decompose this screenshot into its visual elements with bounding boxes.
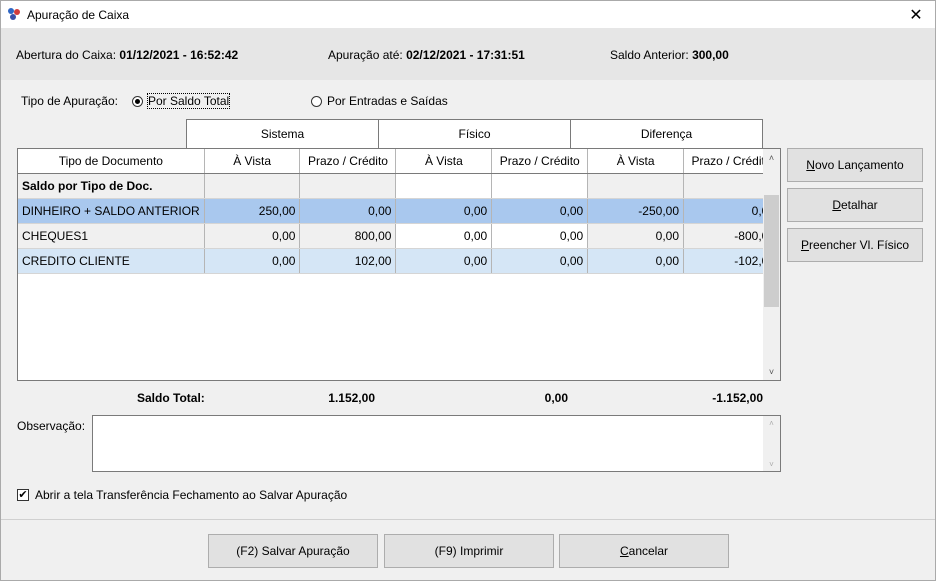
- checkbox-checked-icon: ✔: [17, 489, 29, 501]
- salvar-apuracao-button[interactable]: (F2) Salvar Apuração: [208, 534, 378, 568]
- preencher-vl-fisico-button[interactable]: Preencher Vl. Físico: [787, 228, 923, 262]
- close-button[interactable]: ✕: [897, 1, 935, 28]
- col-tipo-documento[interactable]: Tipo de Documento: [18, 149, 205, 174]
- scroll-up-icon[interactable]: ˄: [763, 416, 780, 430]
- cell-tipo: CHEQUES1: [18, 223, 205, 249]
- saldo-anterior-value: 300,00: [692, 48, 729, 62]
- apuracao-grid[interactable]: Tipo de Documento À Vista Prazo / Crédit…: [17, 148, 781, 381]
- observacao-textarea[interactable]: ˄ ˅: [92, 415, 781, 472]
- apuracao-value: 02/12/2021 - 17:31:51: [406, 48, 525, 62]
- table-row[interactable]: CREDITO CLIENTE 0,00 102,00 0,00 0,00 0,…: [18, 248, 780, 274]
- grid-table: Tipo de Documento À Vista Prazo / Crédit…: [18, 149, 780, 274]
- checkbox-label: Abrir a tela Transferência Fechamento ao…: [35, 488, 348, 502]
- col-diferenca-avista[interactable]: À Vista: [587, 149, 684, 174]
- window-title: Apuração de Caixa: [27, 8, 130, 22]
- table-row[interactable]: Saldo por Tipo de Doc.: [18, 173, 780, 199]
- scrollbar-thumb[interactable]: [764, 195, 779, 307]
- radio-selected-icon: [132, 95, 143, 107]
- tipo-apuracao-group: Tipo de Apuração: Por Saldo Total Por En…: [21, 93, 921, 109]
- cell-tipo: Saldo por Tipo de Doc.: [18, 173, 205, 199]
- table-row[interactable]: CHEQUES1 0,00 800,00 0,00 0,00 0,00 -800…: [18, 223, 780, 249]
- col-sistema-avista[interactable]: À Vista: [204, 149, 301, 174]
- group-header-diferenca: Diferença: [570, 119, 763, 148]
- app-logo-icon: [8, 8, 20, 20]
- abertura-info: Abertura do Caixa: 01/12/2021 - 16:52:42: [16, 48, 239, 62]
- close-icon: ✕: [909, 6, 923, 24]
- saldo-total-label: Saldo Total:: [137, 391, 205, 405]
- detalhar-button[interactable]: Detalhar: [787, 188, 923, 222]
- observacao-scrollbar[interactable]: ˄ ˅: [763, 416, 780, 471]
- scroll-down-icon[interactable]: ˅: [763, 457, 780, 471]
- header-info: Abertura do Caixa: 01/12/2021 - 16:52:42…: [1, 28, 935, 80]
- saldo-anterior-info: Saldo Anterior: 300,00: [610, 48, 729, 62]
- apuracao-window: Apuração de Caixa ✕ Abertura do Caixa: 0…: [0, 0, 936, 581]
- observacao-label: Observação:: [17, 419, 86, 433]
- grid-header-row: Tipo de Documento À Vista Prazo / Crédit…: [18, 149, 780, 174]
- col-fisico-prazo[interactable]: Prazo / Crédito: [491, 149, 589, 174]
- table-row[interactable]: DINHEIRO + SALDO ANTERIOR 250,00 0,00 0,…: [18, 198, 780, 224]
- saldo-total-sistema: 1.152,00: [328, 391, 375, 405]
- cell-tipo: DINHEIRO + SALDO ANTERIOR: [18, 198, 205, 224]
- abrir-transferencia-checkbox[interactable]: ✔ Abrir a tela Transferência Fechamento …: [17, 488, 347, 502]
- col-sistema-prazo[interactable]: Prazo / Crédito: [299, 149, 397, 174]
- saldo-total-diferenca: -1.152,00: [712, 391, 763, 405]
- cancelar-button[interactable]: Cancelar: [559, 534, 729, 568]
- tipo-apuracao-label: Tipo de Apuração:: [21, 94, 118, 108]
- imprimir-button[interactable]: (F9) Imprimir: [384, 534, 554, 568]
- radio-por-saldo-total[interactable]: Por Saldo Total: [132, 93, 231, 109]
- footer-divider: [1, 519, 935, 520]
- col-fisico-avista[interactable]: À Vista: [395, 149, 493, 174]
- cell-tipo: CREDITO CLIENTE: [18, 248, 205, 274]
- grid-vertical-scrollbar[interactable]: ˄ ˅: [763, 149, 780, 380]
- group-header-sistema: Sistema: [186, 119, 379, 148]
- radio-por-entradas-saidas[interactable]: Por Entradas e Saídas: [311, 94, 448, 108]
- scroll-down-icon[interactable]: ˅: [763, 363, 780, 380]
- novo-lancamento-button[interactable]: Novo Lançamento: [787, 148, 923, 182]
- title-bar: Apuração de Caixa ✕: [1, 1, 935, 28]
- abertura-value: 01/12/2021 - 16:52:42: [119, 48, 239, 62]
- saldo-total-fisico: 0,00: [544, 391, 568, 405]
- scroll-up-icon[interactable]: ˄: [763, 149, 780, 166]
- radio-unselected-icon: [311, 95, 322, 107]
- apuracao-info: Apuração até: 02/12/2021 - 17:31:51: [328, 48, 525, 62]
- group-header-fisico: Físico: [378, 119, 571, 148]
